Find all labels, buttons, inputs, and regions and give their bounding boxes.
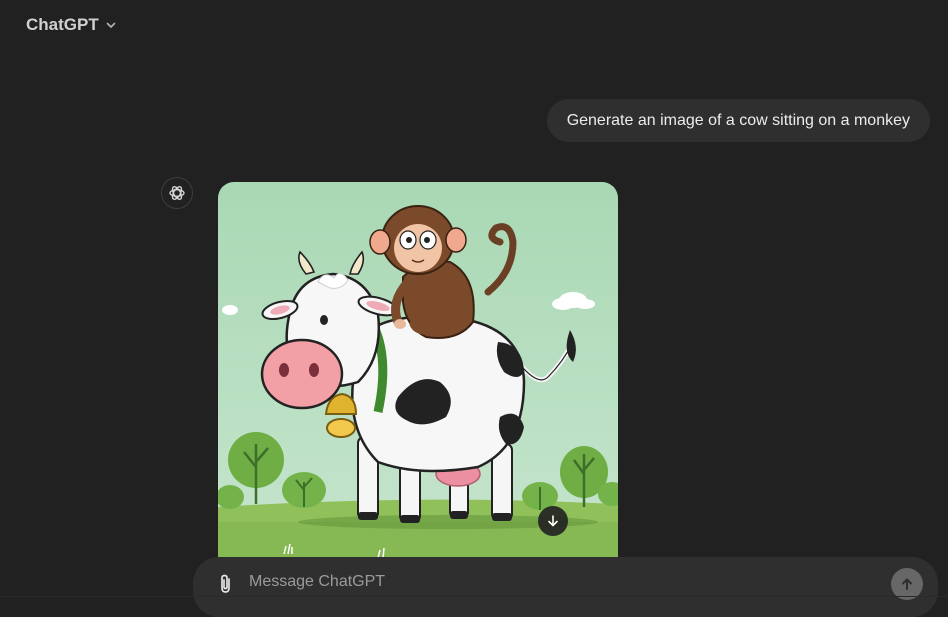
model-switcher[interactable]: ChatGPT	[16, 8, 127, 42]
header: ChatGPT	[0, 0, 948, 50]
user-message-text: Generate an image of a cow sitting on a …	[566, 111, 910, 129]
message-composer	[193, 557, 938, 617]
user-message-bubble: Generate an image of a cow sitting on a …	[546, 99, 930, 142]
arrow-up-icon	[902, 578, 912, 590]
message-input[interactable]	[249, 569, 849, 595]
bottom-divider	[0, 596, 948, 597]
generated-image[interactable]	[218, 182, 618, 582]
openai-logo-icon	[161, 177, 193, 209]
chevron-down-icon	[105, 19, 117, 31]
attach-button[interactable]	[213, 571, 239, 597]
model-name: ChatGPT	[26, 15, 99, 34]
download-arrow-icon	[548, 515, 558, 527]
download-button[interactable]	[538, 506, 568, 536]
paperclip-icon	[221, 574, 230, 593]
